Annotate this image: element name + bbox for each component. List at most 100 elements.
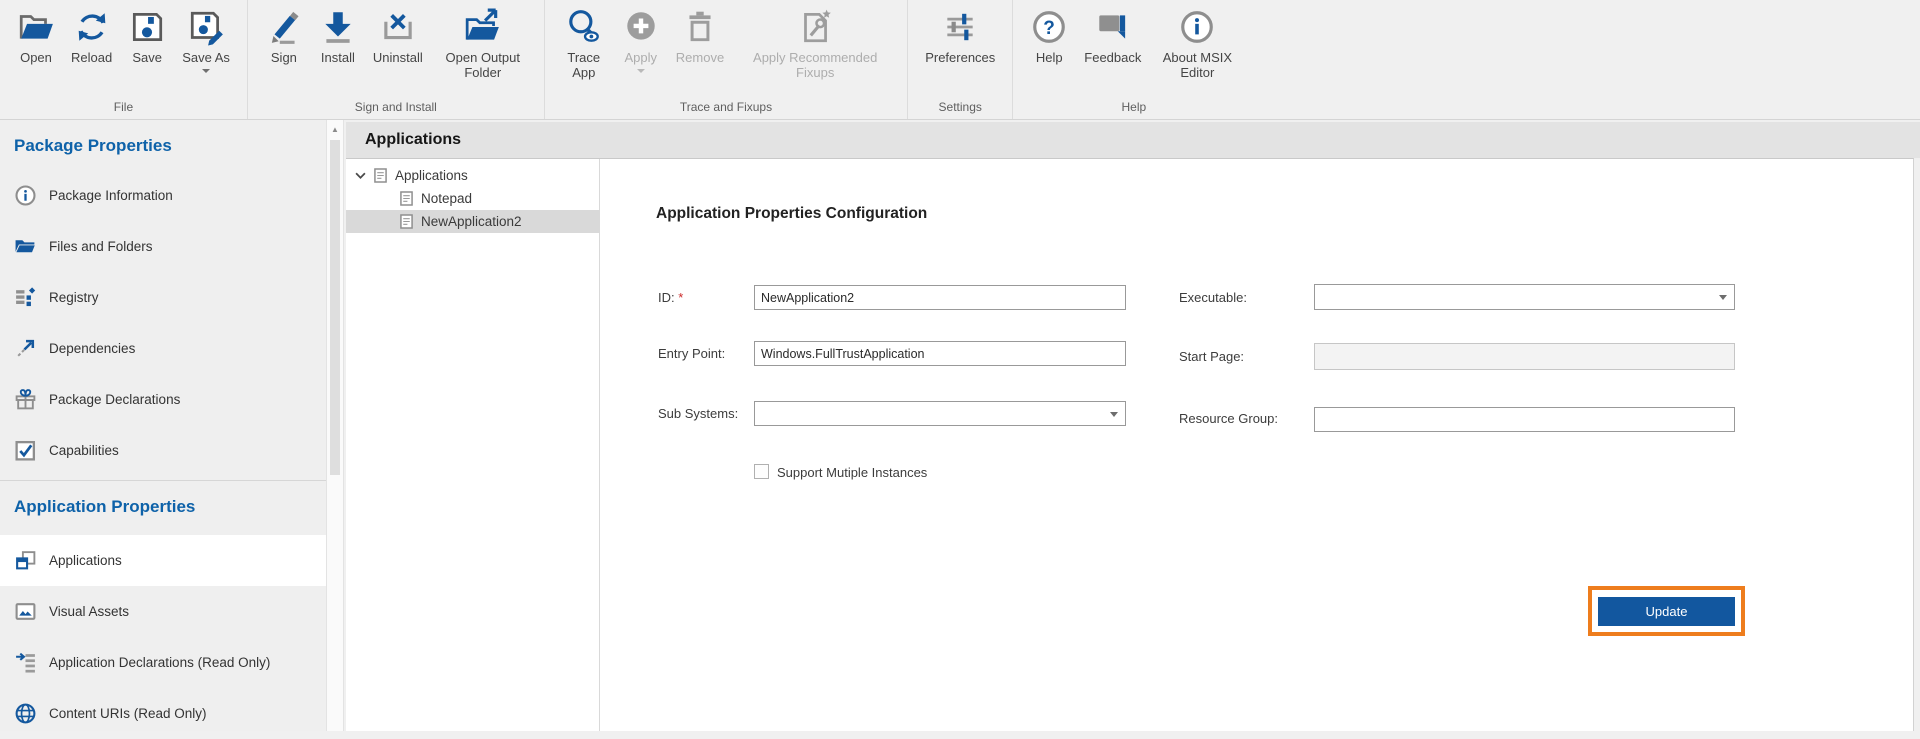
reload-button[interactable]: Reload <box>63 7 120 65</box>
save-button[interactable]: Save <box>120 7 174 65</box>
checkbox-check-icon <box>14 439 37 462</box>
apply-button[interactable]: Apply <box>614 7 668 73</box>
sidebar-item-label: Applications <box>49 553 122 568</box>
save-icon <box>128 7 166 47</box>
ribbon-group-label-settings: Settings <box>910 98 1010 119</box>
sidebar-divider <box>0 480 326 481</box>
sidebar-scrollbar[interactable]: ▲ <box>326 120 344 731</box>
sidebar-item-label: Dependencies <box>49 341 135 356</box>
uninstall-button[interactable]: Uninstall <box>365 7 431 65</box>
install-arrow-icon <box>319 7 357 47</box>
tree-item-applications[interactable]: Applications <box>346 164 599 187</box>
sidebar-item-label: Visual Assets <box>49 604 129 619</box>
ribbon-group-help: ? Help Feedback About MSIX Editor Help <box>1012 0 1254 119</box>
sidebar-item-dependencies[interactable]: Dependencies <box>0 323 326 374</box>
id-field-label: ID: * <box>658 290 683 305</box>
registry-blocks-icon <box>14 286 37 309</box>
open-output-folder-button[interactable]: Open Output Folder <box>431 7 535 80</box>
tree-item-label: NewApplication2 <box>421 214 522 229</box>
scrollbar-up-arrow-icon[interactable]: ▲ <box>327 120 343 138</box>
sub-systems-combobox[interactable] <box>754 401 1126 426</box>
applications-tree: Applications Notepad NewApplication2 <box>346 159 600 731</box>
id-input[interactable] <box>754 285 1126 310</box>
apply-recommended-fixups-button[interactable]: Apply Recommended Fixups <box>732 7 898 80</box>
save-as-icon <box>187 7 225 47</box>
tree-item-newapplication2[interactable]: NewApplication2 <box>346 210 599 233</box>
install-button[interactable]: Install <box>311 7 365 65</box>
app-windows-icon <box>14 549 37 572</box>
open-folder-icon <box>17 7 55 47</box>
sub-systems-field-label: Sub Systems: <box>658 406 738 421</box>
ribbon-group-sign-and-install: Sign Install Uninstall Open Output Folde… <box>247 0 544 119</box>
sidebar-section-title-package-properties: Package Properties <box>14 136 326 156</box>
feedback-button[interactable]: Feedback <box>1076 7 1149 65</box>
sidebar-item-capabilities[interactable]: Capabilities <box>0 425 326 476</box>
uninstall-button-label: Uninstall <box>373 50 423 65</box>
page-title: Applications <box>365 131 461 149</box>
entry-point-field-label: Entry Point: <box>658 346 725 361</box>
document-icon <box>374 168 387 183</box>
globe-icon <box>14 702 37 725</box>
sidebar-item-package-information[interactable]: Package Information <box>0 170 326 221</box>
resource-group-input[interactable] <box>1314 407 1735 432</box>
document-icon <box>400 191 413 206</box>
update-button-highlight-ring: Update <box>1588 586 1745 636</box>
folder-icon <box>14 235 37 258</box>
tree-item-notepad[interactable]: Notepad <box>346 187 599 210</box>
main-panel: Applications Applications Notepad <box>346 119 1920 731</box>
trace-app-icon <box>565 7 603 47</box>
page-title-banner: Applications <box>346 122 1920 158</box>
reload-icon <box>73 7 111 47</box>
feedback-bubble-icon <box>1094 7 1132 47</box>
combo-dropdown-arrow-icon <box>1110 412 1118 417</box>
sign-pencil-icon <box>265 7 303 47</box>
support-multiple-instances-checkbox[interactable] <box>754 464 769 479</box>
sign-button[interactable]: Sign <box>257 7 311 65</box>
ribbon-group-file: Open Reload Save Save As <box>0 0 247 119</box>
sidebar-item-label: Content URIs (Read Only) <box>49 706 207 721</box>
help-button-label: Help <box>1036 50 1063 65</box>
apply-recommended-fixups-button-label: Apply Recommended Fixups <box>740 50 890 80</box>
sidebar-item-content-uris[interactable]: Content URIs (Read Only) <box>0 688 326 739</box>
uninstall-x-icon <box>379 7 417 47</box>
preferences-button-label: Preferences <box>925 50 995 65</box>
about-info-icon <box>1178 7 1216 47</box>
help-button[interactable]: ? Help <box>1022 7 1076 65</box>
sidebar-item-label: Package Information <box>49 188 173 203</box>
sidebar-item-label: Application Declarations (Read Only) <box>49 655 270 670</box>
about-msix-editor-button[interactable]: About MSIX Editor <box>1149 7 1245 80</box>
dependencies-arrow-icon <box>14 337 37 360</box>
open-button-label: Open <box>20 50 52 65</box>
update-button[interactable]: Update <box>1598 597 1735 626</box>
apply-button-label: Apply <box>625 50 658 65</box>
open-output-folder-button-label: Open Output Folder <box>439 50 527 80</box>
sidebar-item-registry[interactable]: Registry <box>0 272 326 323</box>
feedback-button-label: Feedback <box>1084 50 1141 65</box>
executable-field-label: Executable: <box>1179 290 1247 305</box>
sidebar-item-applications[interactable]: Applications <box>0 535 326 586</box>
sidebar-item-files-and-folders[interactable]: Files and Folders <box>0 221 326 272</box>
support-multiple-instances-label: Support Mutiple Instances <box>777 465 927 480</box>
install-button-label: Install <box>321 50 355 65</box>
ribbon-group-label-help: Help <box>1015 98 1252 119</box>
scrollbar-thumb[interactable] <box>330 140 340 475</box>
trace-app-button[interactable]: Trace App <box>554 7 614 80</box>
svg-text:?: ? <box>1043 18 1055 39</box>
open-button[interactable]: Open <box>9 7 63 65</box>
executable-combobox[interactable] <box>1314 284 1735 310</box>
sidebar-item-visual-assets[interactable]: Visual Assets <box>0 586 326 637</box>
entry-point-input[interactable] <box>754 341 1126 366</box>
help-question-icon: ? <box>1030 7 1068 47</box>
preferences-button[interactable]: Preferences <box>917 7 1003 65</box>
document-icon <box>400 214 413 229</box>
apply-plus-icon <box>622 7 660 47</box>
sidebar-item-label: Registry <box>49 290 99 305</box>
save-as-button[interactable]: Save As <box>174 7 238 73</box>
remove-button[interactable]: Remove <box>668 7 732 65</box>
sidebar-item-application-declarations[interactable]: Application Declarations (Read Only) <box>0 637 326 688</box>
tree-item-label: Notepad <box>421 191 472 206</box>
combo-dropdown-arrow-icon <box>1719 295 1727 300</box>
tree-expander-chevron-down-icon[interactable] <box>355 172 366 179</box>
form-heading: Application Properties Configuration <box>656 205 927 223</box>
sidebar-item-package-declarations[interactable]: Package Declarations <box>0 374 326 425</box>
